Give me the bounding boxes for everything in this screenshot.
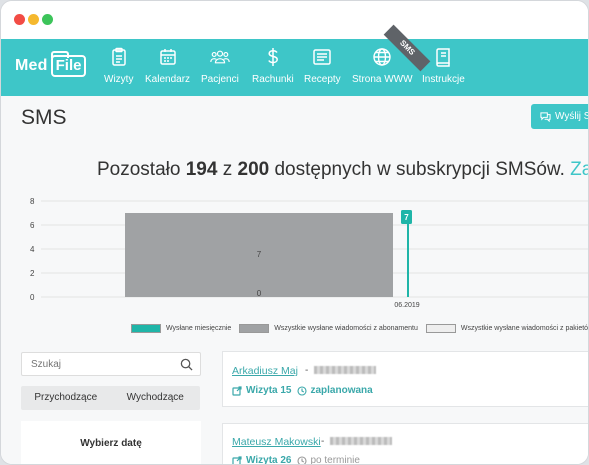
bar-value-label: 7 (257, 250, 262, 259)
legend-label: Wszystkie wysłane wiadomości z abonament… (274, 324, 418, 332)
maximize-window-button[interactable] (42, 14, 53, 25)
nav-item-pacjenci[interactable]: Pacjenci (201, 47, 239, 91)
visit-status: zaplanowana (297, 385, 373, 396)
nav-label: Pacjenci (201, 74, 239, 85)
phone-separator: - (321, 436, 328, 447)
quota-remaining: 194 (185, 159, 218, 180)
blurred-phone (330, 437, 393, 446)
minimize-window-button[interactable] (28, 14, 39, 25)
patient-phone: - (321, 436, 393, 447)
y-tick-label: 6 (30, 221, 35, 230)
legend-swatch (131, 323, 161, 333)
legend-item[interactable]: Wszystkie wysłane wiadomości z abonament… (239, 323, 418, 333)
page-title: SMS (21, 106, 67, 129)
legend-label: Wysłane miesięcznie (166, 324, 232, 332)
legend-item[interactable]: Wszystkie wysłane wiadomości z pakietów (425, 323, 589, 333)
quota-prefix: Pozostało (97, 159, 186, 180)
nav-label: Strona WWW (352, 74, 413, 85)
quota-middle: z (217, 159, 238, 180)
legend-item[interactable]: Wysłane miesięcznie (131, 323, 232, 333)
visit-label: Wizyta 26 (246, 455, 292, 465)
visit-info[interactable]: Wizyta 26 po terminie (232, 455, 360, 465)
tab-outgoing[interactable]: Wychodzące (111, 386, 201, 410)
patient-phone: - (305, 365, 377, 376)
external-link-icon (232, 385, 242, 396)
quota-link[interactable]: Za (570, 159, 588, 180)
patient-name-link[interactable]: Mateusz Makowski (232, 436, 321, 448)
sms-quota-text: Pozostało 194 z 200 dostępnych w subskry… (97, 159, 588, 181)
patient-name-link[interactable]: Arkadiusz Maj (232, 365, 298, 377)
prescription-icon (313, 49, 332, 65)
tab-incoming[interactable]: Przychodzące (21, 386, 111, 410)
x-tick-label: 06.2019 (394, 302, 419, 309)
bar-monthly (407, 213, 409, 297)
search-input[interactable] (22, 353, 172, 375)
y-tick-label: 0 (30, 293, 35, 302)
book-icon (436, 48, 451, 67)
nav-item-instrukcje[interactable]: Instrukcje (422, 47, 465, 91)
visit-status-label: zaplanowana (310, 385, 373, 396)
date-picker-label: Wybierz datę (80, 438, 142, 449)
search-icon[interactable] (180, 358, 193, 371)
dollar-icon (268, 48, 278, 66)
visit-status: po terminie (297, 455, 360, 465)
nav-label: Kalendarz (145, 74, 191, 85)
phone-separator: - (305, 365, 312, 376)
nav-item-recepty[interactable]: Recepty (304, 47, 341, 91)
quota-suffix: dostępnych w subskrypcji SMSów. (269, 159, 571, 180)
visit-info[interactable]: Wizyta 15 zaplanowana (232, 385, 373, 396)
visit-label: Wizyta 15 (246, 385, 292, 396)
bar-value-label: 7 (404, 213, 409, 222)
nav-item-rachunki[interactable]: Rachunki (252, 47, 294, 91)
search-box (21, 352, 201, 376)
nav-label: Wizyty (104, 74, 134, 85)
y-tick-label: 2 (30, 269, 35, 278)
send-sms-label: Wyślij S (555, 111, 589, 122)
sms-chart-svg: 0 2 4 6 8 7 0 7 06.2019 (30, 197, 588, 309)
chat-icon (540, 112, 551, 122)
nav-item-wizyty[interactable]: Wizyty (104, 47, 133, 91)
clipboard-icon (111, 47, 126, 66)
chart-legend: Wysłane miesięcznie Wszystkie wysłane wia… (131, 322, 589, 334)
external-link-icon (232, 455, 242, 464)
clock-icon (297, 455, 308, 464)
visit-status-label: po terminie (310, 455, 360, 465)
top-navbar: Med File Wizyty Kalendarz Pacjenci Rachu… (1, 39, 588, 96)
y-tick-label: 8 (30, 197, 35, 206)
blurred-phone (314, 366, 377, 375)
date-picker[interactable]: Wybierz datę (21, 421, 201, 464)
direction-toggle: Przychodzące Wychodzące (21, 386, 200, 410)
calendar-icon (159, 49, 176, 65)
send-sms-button[interactable]: Wyślij S (531, 104, 589, 129)
nav-label: Rachunki (252, 74, 294, 85)
clock-icon (297, 385, 308, 396)
medfile-logo[interactable]: Med File (15, 51, 87, 79)
logo-med: Med (15, 57, 48, 74)
title-bar (1, 1, 588, 39)
logo-file: File (50, 51, 87, 77)
bar-value-label: 0 (257, 289, 262, 298)
nav-label: Recepty (304, 74, 341, 85)
globe-icon (373, 48, 391, 66)
legend-label: Wszystkie wysłane wiadomości z pakietów (460, 324, 589, 332)
nav-item-kalendarz[interactable]: Kalendarz (145, 47, 190, 91)
close-window-button[interactable] (14, 14, 25, 25)
users-icon (210, 50, 230, 64)
quota-total: 200 (237, 159, 270, 180)
nav-label: Instrukcje (422, 74, 465, 85)
message-card[interactable]: Mateusz Makowski - Wizyta 26 po terminie (222, 423, 588, 465)
main-content: SMS Wyślij S Pozostało 194 z 200 dostępn… (1, 96, 589, 465)
y-tick-label: 4 (30, 245, 35, 254)
legend-swatch (425, 323, 456, 333)
app-window: Med File Wizyty Kalendarz Pacjenci Rachu… (0, 0, 589, 465)
message-card[interactable]: Arkadiusz Maj - Wizyta 15 zaplanowana (222, 351, 588, 407)
legend-swatch (239, 323, 270, 333)
sms-chart: 0 2 4 6 8 7 0 7 06.2019 (21, 196, 588, 309)
